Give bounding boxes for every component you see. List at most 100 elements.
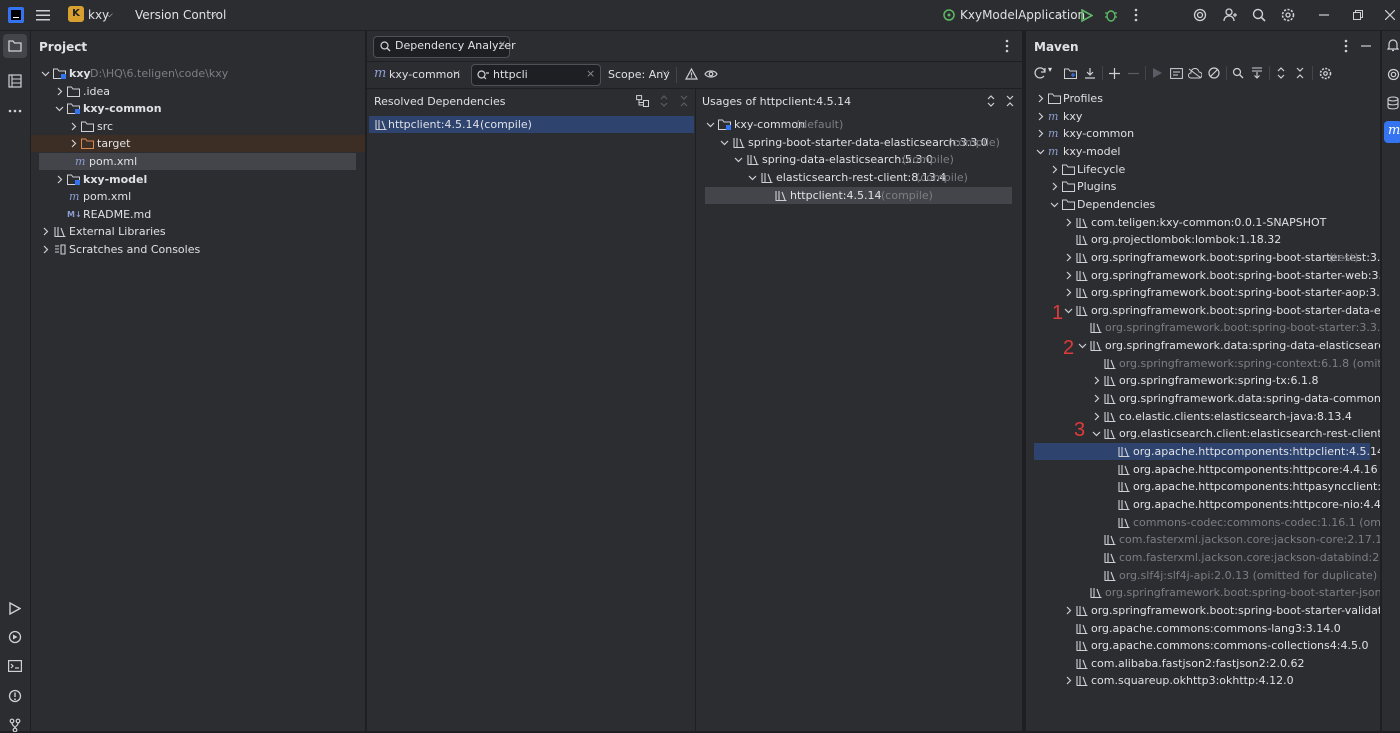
tab-options-icon[interactable] <box>1003 38 1011 54</box>
main-menu-icon[interactable] <box>34 6 52 24</box>
maven-tree-row-dep[interactable]: org.springframework.data:spring-data-ela… <box>1026 337 1380 354</box>
maven-tree-row-plugins[interactable]: Plugins <box>1026 178 1380 195</box>
chevron-down-icon[interactable] <box>720 138 729 147</box>
restore-icon[interactable] <box>1350 7 1366 23</box>
maven-tree-row-kxy-model[interactable]: m kxy-model <box>1026 143 1380 160</box>
reload-icon[interactable] <box>1033 66 1047 80</box>
chevron-right-icon[interactable] <box>1064 606 1073 615</box>
chevron-right-icon[interactable] <box>1036 112 1045 121</box>
tab-close-icon[interactable]: × <box>498 39 506 50</box>
collapse-tree-icon[interactable] <box>1250 66 1264 80</box>
maven-tree-row-dep[interactable]: org.projectlombok:lombok:1.18.32 <box>1026 231 1380 248</box>
chevron-down-icon[interactable] <box>748 173 757 182</box>
collapse-all-icon[interactable] <box>1004 94 1016 108</box>
chevron-right-icon[interactable] <box>1064 253 1073 262</box>
minimize-icon[interactable] <box>1316 7 1332 23</box>
run-configuration[interactable]: KxyModelApplication <box>960 0 1085 30</box>
tree-row-pom-xml[interactable]: m pom.xml <box>39 153 356 170</box>
chevron-down-icon[interactable] <box>1050 200 1059 209</box>
maven-tree-row-dep[interactable]: org.apache.httpcomponents:httpasyncclien… <box>1026 478 1380 495</box>
tree-row-root-pom-xml[interactable]: m pom.xml <box>31 188 365 205</box>
maven-tree-row-dep[interactable]: org.apache.httpcomponents:httpcore:4.4.1… <box>1026 461 1380 478</box>
remove-icon[interactable] <box>1126 66 1140 80</box>
maven-tree-row-dep[interactable]: org.springframework.boot:spring-boot-sta… <box>1026 584 1380 601</box>
maven-tree-row-dep[interactable]: com.teligen:kxy-common:0.0.1-SNAPSHOT <box>1026 214 1380 231</box>
ai-chat-icon[interactable] <box>1386 66 1400 82</box>
chevron-down-icon[interactable] <box>41 69 50 78</box>
show-eye-icon[interactable] <box>703 67 719 81</box>
project-title-chevron-down-icon[interactable]: ⌵ <box>79 40 86 50</box>
collapse-all-icon[interactable] <box>678 94 690 108</box>
scope-selector[interactable]: Scope: Any <box>608 68 670 81</box>
chevron-right-icon[interactable] <box>41 227 50 236</box>
conflicts-warning-icon[interactable] <box>684 67 698 81</box>
usage-row[interactable]: kxy-common (default) <box>696 116 1022 133</box>
maven-tree-row-dep[interactable]: org.springframework:spring-context:6.1.8… <box>1026 355 1380 372</box>
run-config-chevron-down-icon[interactable]: ⌵ <box>1058 0 1065 30</box>
maven-tree-row-dep[interactable]: com.fasterxml.jackson.core:jackson-datab… <box>1026 549 1380 566</box>
usage-row[interactable]: elasticsearch-rest-client:8.13.4 (compil… <box>696 169 1022 186</box>
chevron-right-icon[interactable] <box>1092 394 1101 403</box>
chevron-down-icon[interactable] <box>1036 147 1045 156</box>
group-by-icon[interactable] <box>635 94 649 108</box>
maven-tree-row-dep[interactable]: org.slf4j:slf4j-api:2.0.13 (omitted for … <box>1026 567 1380 584</box>
maven-tree-row-dep[interactable]: com.fasterxml.jackson.core:jackson-core:… <box>1026 531 1380 548</box>
maven-tree-row-kxy[interactable]: m kxy <box>1026 108 1380 125</box>
download-icon[interactable] <box>1083 66 1097 80</box>
chevron-right-icon[interactable] <box>1036 94 1045 103</box>
chevron-down-icon[interactable] <box>55 104 64 113</box>
offline-mode-icon[interactable] <box>1188 66 1202 80</box>
maven-tree-row-dep[interactable]: org.apache.httpcomponents:httpclient:4.5… <box>1034 443 1380 460</box>
tree-row-readme[interactable]: M↓ README.md <box>31 206 365 223</box>
maven-settings-icon[interactable] <box>1318 66 1332 80</box>
chevron-right-icon[interactable] <box>1064 218 1073 227</box>
settings-gear-icon[interactable] <box>1280 7 1296 23</box>
chevron-right-icon[interactable] <box>1092 376 1101 385</box>
maven-tree-row-dep[interactable]: org.springframework.boot:spring-boot-sta… <box>1026 319 1380 336</box>
app-logo-icon[interactable] <box>8 7 24 23</box>
chevron-right-icon[interactable] <box>41 245 50 254</box>
tree-row-kxy-model[interactable]: kxy-model <box>31 171 365 188</box>
chevron-right-icon[interactable] <box>1092 412 1101 421</box>
project-chevron-down-icon[interactable]: ⌵ <box>106 0 113 30</box>
chevron-down-icon[interactable] <box>1064 306 1073 315</box>
maven-tree-row-dep[interactable]: org.springframework.boot:spring-boot-sta… <box>1026 267 1380 284</box>
run-icon[interactable] <box>1079 7 1095 23</box>
maven-tree-row-dep[interactable]: org.springframework.boot:spring-boot-sta… <box>1026 302 1380 319</box>
chevron-right-icon[interactable] <box>1064 288 1073 297</box>
chevron-right-icon[interactable] <box>55 87 64 96</box>
chevron-right-icon[interactable] <box>69 122 78 131</box>
hide-panel-icon[interactable] <box>1360 39 1372 53</box>
ai-assistant-icon[interactable] <box>1192 7 1208 23</box>
maven-tree-row-dependencies[interactable]: Dependencies <box>1026 196 1380 213</box>
scope-chevron-down-icon[interactable]: ⌵ <box>662 67 669 77</box>
tree-row-kxy-common[interactable]: kxy-common <box>31 100 365 117</box>
execute-goal-icon[interactable] <box>1169 66 1183 80</box>
chevron-right-icon[interactable] <box>1050 182 1059 191</box>
services-tool-icon[interactable] <box>7 629 23 645</box>
tree-row-scratches[interactable]: Scratches and Consoles <box>31 241 365 258</box>
maven-tree-row-dep[interactable]: commons-codec:commons-codec:1.16.1 (omit… <box>1026 514 1380 531</box>
search-input[interactable] <box>493 67 581 81</box>
chevron-right-icon[interactable] <box>55 175 64 184</box>
maven-tree-row-dep[interactable]: org.springframework.boot:spring-boot-sta… <box>1026 284 1380 301</box>
skip-tests-icon[interactable] <box>1207 66 1221 80</box>
chevron-down-icon[interactable] <box>1092 429 1101 438</box>
chevron-down-icon[interactable] <box>1078 341 1087 350</box>
maven-tree-row-dep[interactable]: org.springframework:spring-tx:6.1.8 <box>1026 372 1380 389</box>
expand-all-icon[interactable] <box>985 94 997 108</box>
maven-tree-row-dep[interactable]: org.springframework.data:spring-data-com… <box>1026 390 1380 407</box>
module-chevron-down-icon[interactable]: ⌵ <box>453 67 460 77</box>
chevron-down-icon[interactable] <box>734 155 743 164</box>
chevron-right-icon[interactable] <box>1064 676 1073 685</box>
show-dependencies-icon[interactable] <box>1231 66 1245 80</box>
module-selector[interactable]: kxy-common <box>389 68 460 81</box>
tree-row-external-libraries[interactable]: External Libraries <box>31 223 365 240</box>
run-maven-build-icon[interactable] <box>1150 66 1164 80</box>
expand-all-icon[interactable] <box>658 94 670 108</box>
usage-row[interactable]: spring-boot-starter-data-elasticsearch:3… <box>696 134 1022 151</box>
search-clear-icon[interactable]: × <box>586 67 595 80</box>
project-tool-icon[interactable] <box>3 34 27 58</box>
maven-tree-row-dep[interactable]: org.apache.httpcomponents:httpcore-nio:4… <box>1026 496 1380 513</box>
add-user-icon[interactable] <box>1222 7 1238 23</box>
